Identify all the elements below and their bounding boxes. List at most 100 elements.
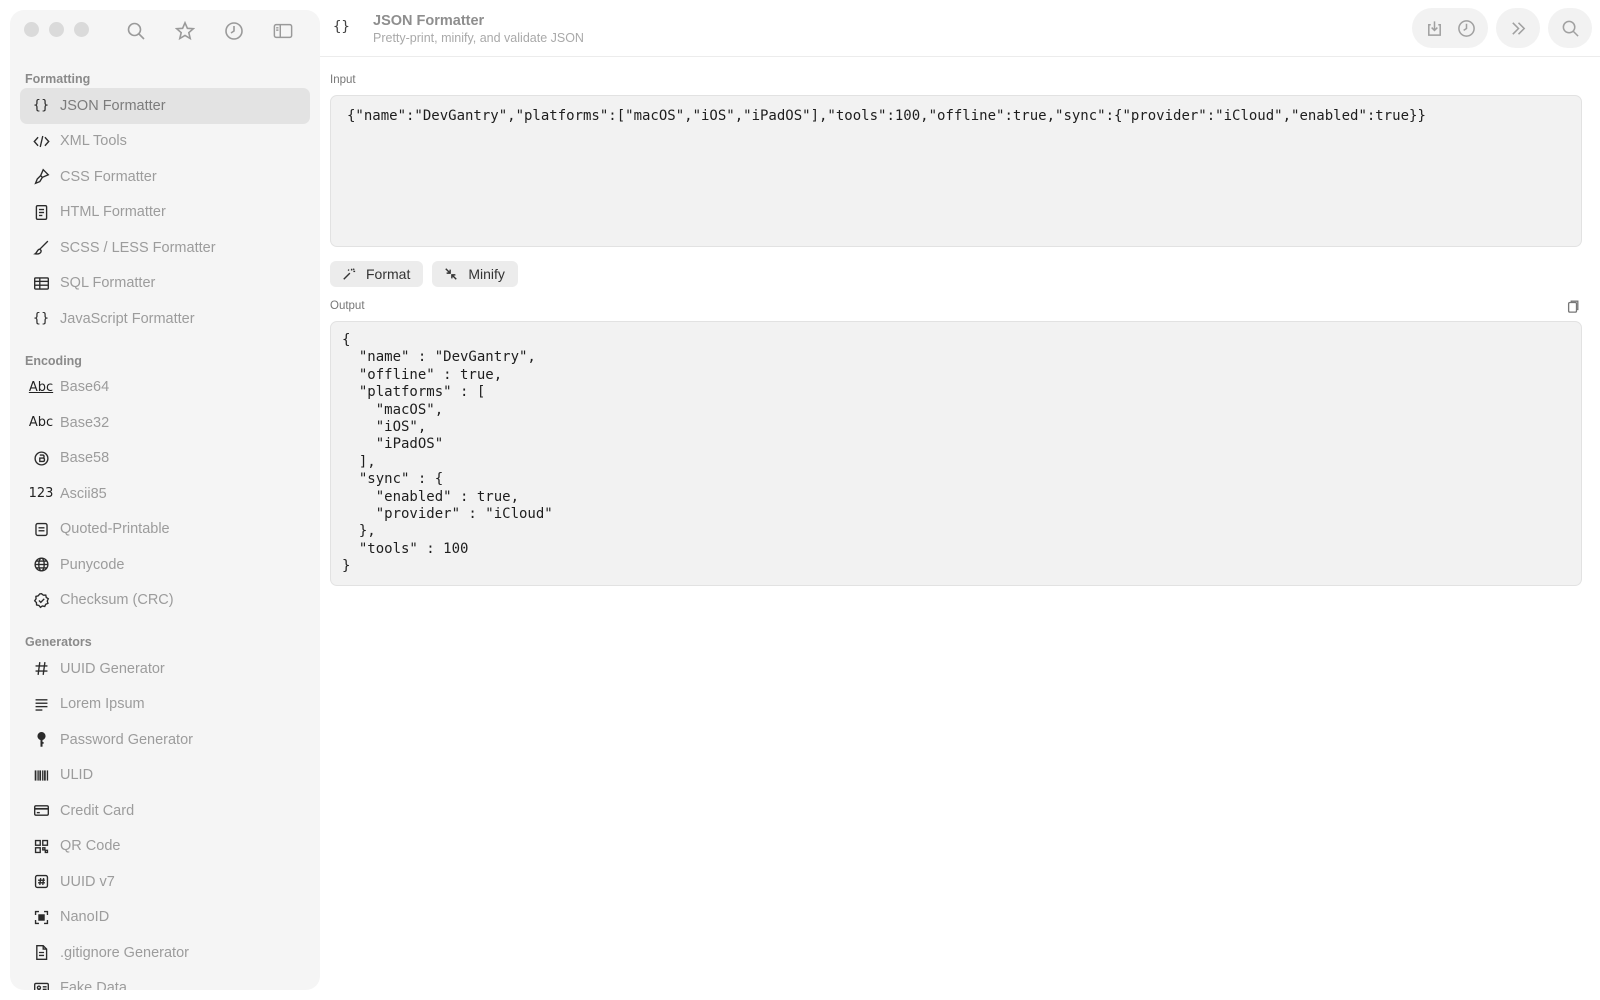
search-button[interactable] xyxy=(1554,12,1586,44)
sidebar-item-scss-less-formatter[interactable]: SCSS / LESS Formatter xyxy=(20,230,310,266)
sidebar-toolbar xyxy=(123,18,296,44)
sidebar-item-checksum-crc[interactable]: Checksum (CRC) xyxy=(20,583,310,619)
tray-download-icon xyxy=(1427,20,1441,36)
toggle-sidebar-button[interactable] xyxy=(270,18,296,44)
history-button[interactable] xyxy=(1450,12,1482,44)
sidebar-item-lorem-ipsum[interactable]: Lorem Ipsum xyxy=(20,687,310,723)
window-controls xyxy=(24,22,89,37)
sidebar-item-credit-card[interactable]: Credit Card xyxy=(20,793,310,829)
sidebar-item-html-formatter[interactable]: HTML Formatter xyxy=(20,195,310,231)
sidebar-item-base58[interactable]: Base58 xyxy=(20,441,310,477)
abc-text-icon: Abc xyxy=(28,415,54,431)
id-card-icon xyxy=(30,977,52,990)
sidebar-item-label: Base32 xyxy=(60,414,110,431)
sidebar-list: Formatting {} JSON Formatter XML Tools C… xyxy=(10,66,320,990)
copy-icon xyxy=(1567,300,1579,313)
search-button[interactable] xyxy=(123,18,149,44)
sidebar-item-label: ULID xyxy=(60,767,94,784)
sidebar-item-label: UUID Generator xyxy=(60,660,165,677)
globe-icon xyxy=(30,554,52,576)
qr-code-icon xyxy=(30,835,52,857)
clock-icon xyxy=(225,22,243,40)
sidebar-item-quoted-printable[interactable]: Quoted-Printable xyxy=(20,512,310,548)
checkmark-seal-icon xyxy=(30,589,52,611)
sidebar-item-label: Punycode xyxy=(60,556,125,573)
json-input[interactable]: {"name":"DevGantry","platforms":["macOS"… xyxy=(330,95,1582,247)
close-window-button[interactable] xyxy=(24,22,39,37)
sidebar-item-nanoid[interactable]: NanoID xyxy=(20,900,310,936)
clock-icon xyxy=(1457,19,1475,37)
action-buttons: Format Minify xyxy=(330,261,518,287)
sidebar-item-label: HTML Formatter xyxy=(60,204,166,221)
sidebar-item-gitignore-generator[interactable]: .gitignore Generator xyxy=(20,935,310,971)
sidebar-item-ascii85[interactable]: 123 Ascii85 xyxy=(20,476,310,512)
sidebar-item-uuid-v7[interactable]: UUID v7 xyxy=(20,864,310,900)
braces-icon: {} xyxy=(333,19,350,35)
sidebar-item-label: XML Tools xyxy=(60,133,127,150)
minimize-window-button[interactable] xyxy=(49,22,64,37)
sidebar-item-password-generator[interactable]: Password Generator xyxy=(20,722,310,758)
sidebar-item-label: Fake Data xyxy=(60,980,127,990)
search-icon xyxy=(127,22,145,40)
sidebar-item-label: JavaScript Formatter xyxy=(60,310,195,327)
history-button[interactable] xyxy=(221,18,247,44)
arrows-collapse-icon xyxy=(445,268,458,280)
input-label: Input xyxy=(330,74,356,86)
section-title-generators: Generators xyxy=(25,635,92,649)
star-icon xyxy=(175,21,195,41)
import-button[interactable] xyxy=(1418,12,1450,44)
text-lines-icon xyxy=(30,693,52,715)
braces-icon: {} xyxy=(32,311,50,327)
app-window: Formatting {} JSON Formatter XML Tools C… xyxy=(0,0,1600,1000)
zoom-window-button[interactable] xyxy=(74,22,89,37)
sidebar: Formatting {} JSON Formatter XML Tools C… xyxy=(10,10,320,990)
braces-icon: {} xyxy=(32,98,50,114)
bitcoin-circle-icon xyxy=(30,447,52,469)
brush-icon xyxy=(30,237,52,259)
barcode-icon xyxy=(30,764,52,786)
table-icon xyxy=(30,272,52,294)
sidebar-item-base32[interactable]: Abc Base32 xyxy=(20,405,310,441)
file-text-icon xyxy=(30,942,52,964)
text-box-icon xyxy=(30,518,52,540)
sidebar-item-fake-data[interactable]: Fake Data xyxy=(20,971,310,990)
json-output[interactable]: { "name" : "DevGantry", "offline" : true… xyxy=(330,321,1582,586)
sidebar-item-uuid-generator[interactable]: UUID Generator xyxy=(20,651,310,687)
more-button[interactable] xyxy=(1502,12,1534,44)
toolbar-actions xyxy=(1412,8,1592,48)
chevron-double-right-icon xyxy=(1511,21,1525,35)
copy-output-button[interactable] xyxy=(1566,299,1582,315)
paintbrush-icon xyxy=(30,166,52,188)
sidebar-item-label: SQL Formatter xyxy=(60,275,156,292)
sidebar-item-label: NanoID xyxy=(60,909,110,926)
favorites-button[interactable] xyxy=(172,18,198,44)
hash-icon xyxy=(30,658,52,680)
minify-button-label: Minify xyxy=(468,266,505,282)
key-icon xyxy=(30,729,52,751)
sidebar-item-label: SCSS / LESS Formatter xyxy=(60,239,216,256)
sidebar-item-css-formatter[interactable]: CSS Formatter xyxy=(20,159,310,195)
format-button[interactable]: Format xyxy=(330,261,424,287)
page-subtitle: Pretty-print, minify, and validate JSON xyxy=(373,31,584,45)
sidebar-item-xml-tools[interactable]: XML Tools xyxy=(20,124,310,160)
toolbar-group xyxy=(1412,8,1488,48)
hash-square-icon xyxy=(30,871,52,893)
sidebar-item-ulid[interactable]: ULID xyxy=(20,758,310,794)
sidebar-item-label: JSON Formatter xyxy=(60,97,166,114)
sidebar-item-javascript-formatter[interactable]: {} JavaScript Formatter xyxy=(20,301,310,337)
credit-card-icon xyxy=(30,800,52,822)
section-title-encoding: Encoding xyxy=(25,353,82,368)
sidebar-item-punycode[interactable]: Punycode xyxy=(20,547,310,583)
sidebar-item-base64[interactable]: Abc Base64 xyxy=(20,370,310,406)
sidebar-item-qr-code[interactable]: QR Code xyxy=(20,829,310,865)
toolbar-search xyxy=(1548,8,1592,48)
format-button-label: Format xyxy=(366,266,411,282)
code-brackets-icon xyxy=(30,130,52,152)
sidebar-item-sql-formatter[interactable]: SQL Formatter xyxy=(20,266,310,302)
sidebar-item-label: Base58 xyxy=(60,450,110,467)
abc-text-icon: Abc xyxy=(28,379,54,395)
sidebar-item-label: Credit Card xyxy=(60,802,135,819)
minify-button[interactable]: Minify xyxy=(432,261,518,287)
sidebar-item-label: Base64 xyxy=(60,379,110,396)
sidebar-item-json-formatter[interactable]: {} JSON Formatter xyxy=(20,88,310,124)
